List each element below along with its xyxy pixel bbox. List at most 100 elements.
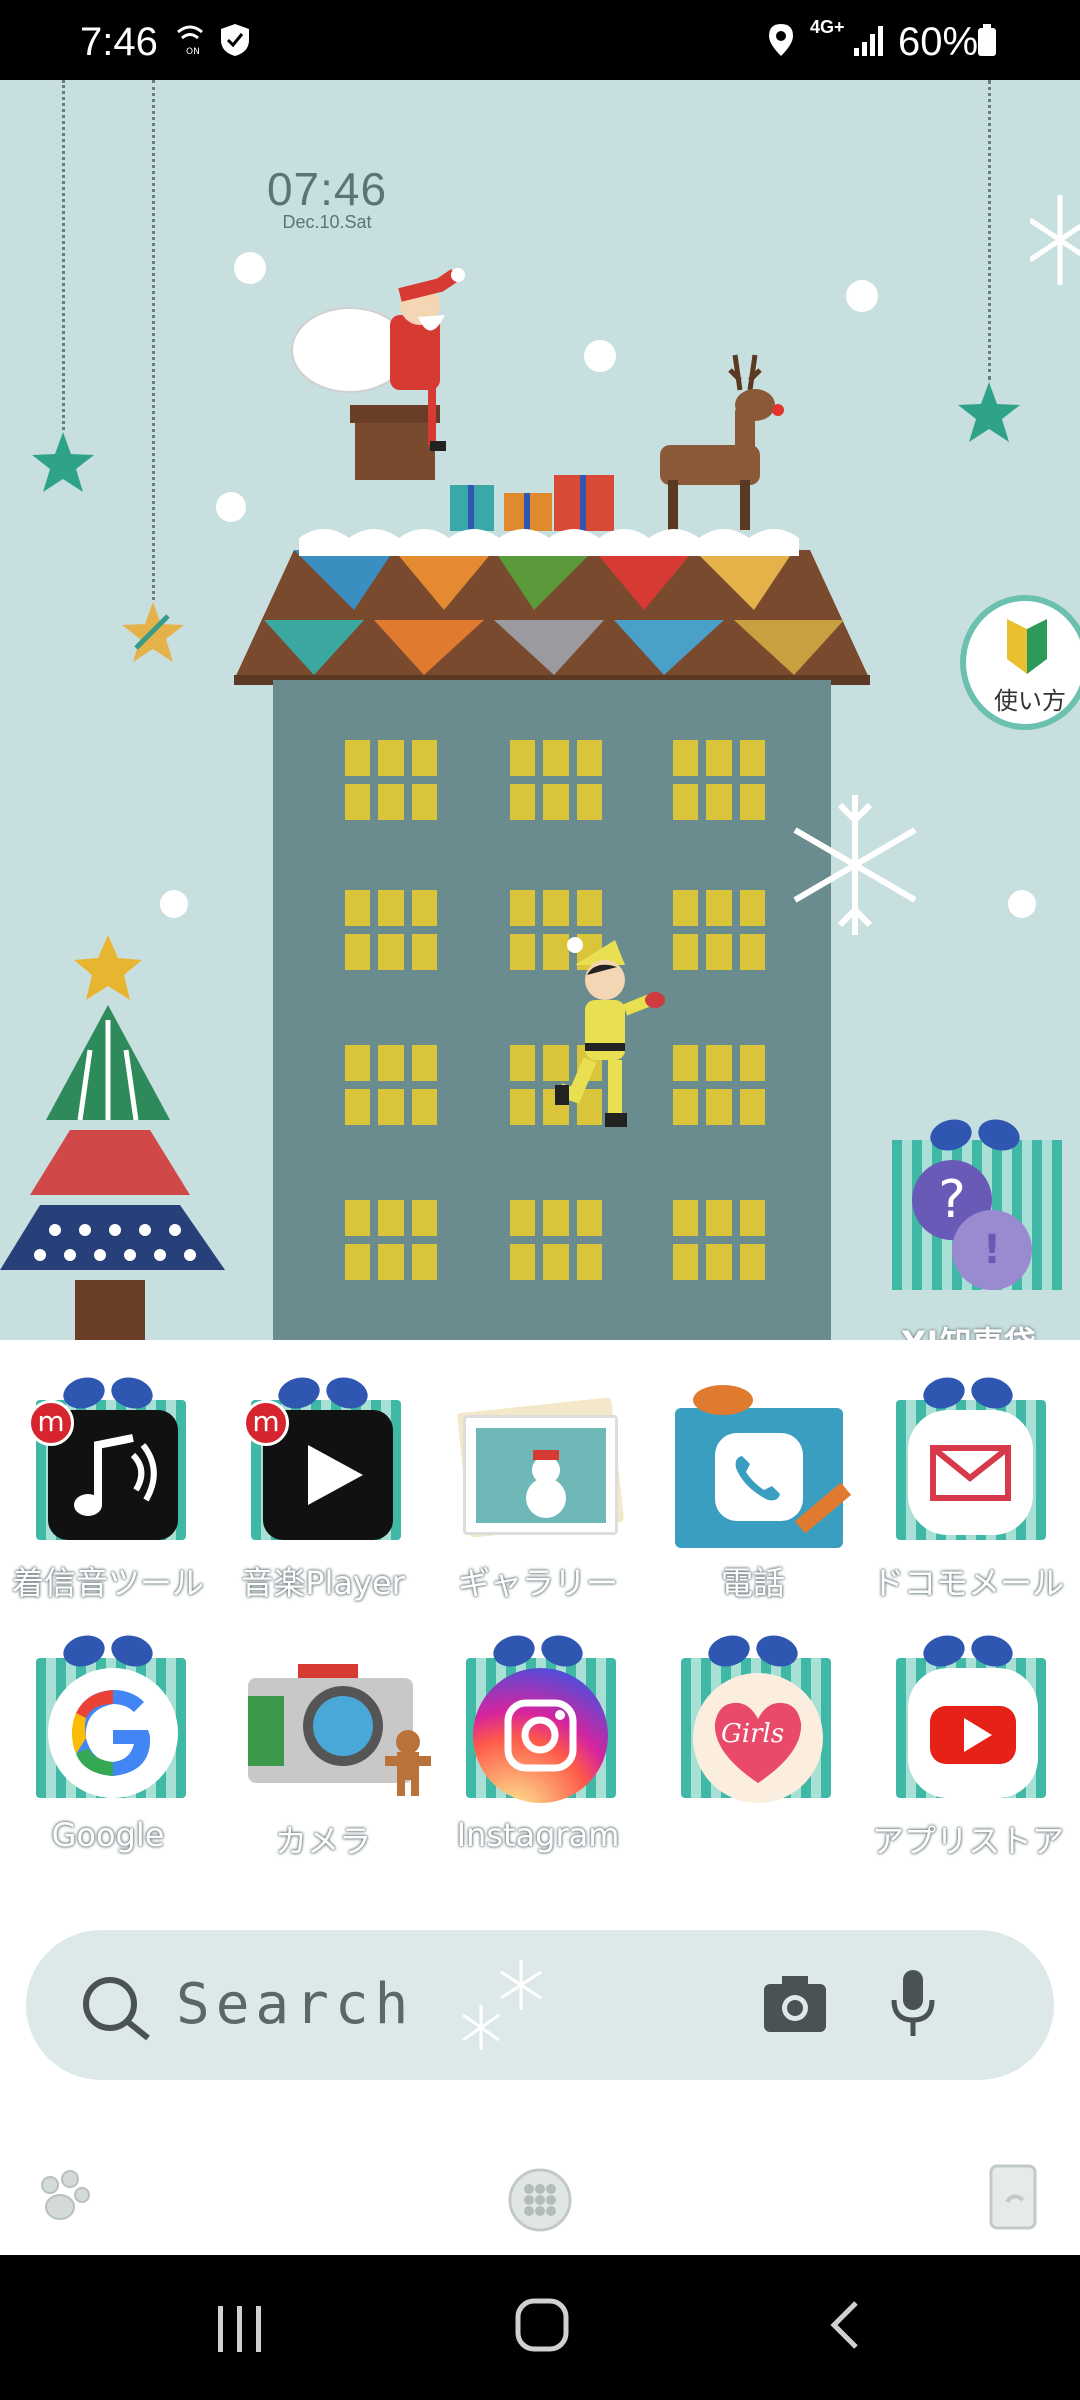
app-label: Instagram	[456, 1816, 620, 1854]
search-placeholder: Search	[176, 1972, 415, 2037]
hanging-string	[152, 80, 155, 600]
app-label: 音楽Player	[241, 1564, 405, 1602]
star-ornament-icon	[32, 432, 94, 492]
app-label: ドコモメール	[871, 1564, 1064, 1602]
snowflake-icon	[1030, 195, 1080, 285]
window	[510, 740, 602, 820]
star-ornament-icon	[958, 382, 1020, 442]
app-phone[interactable]: 電話	[648, 1370, 858, 1604]
camera-search-icon[interactable]	[760, 1972, 830, 2036]
home-icon[interactable]	[512, 2295, 572, 2355]
app-label: カメラ	[274, 1822, 371, 1860]
back-icon[interactable]	[820, 2295, 870, 2355]
theme-paw-icon[interactable]	[30, 2165, 94, 2229]
gingerbread-icon	[385, 1730, 431, 1796]
hanging-string	[988, 80, 991, 380]
app-label: Google	[51, 1816, 165, 1854]
navigation-bar	[0, 2255, 1080, 2400]
bow	[63, 1378, 153, 1412]
star-ornament-icon	[122, 602, 184, 662]
network-type: 4G+	[810, 17, 845, 37]
app-camera[interactable]: カメラ	[218, 1628, 431, 1862]
snow-dot	[160, 890, 188, 918]
signal-icon	[854, 26, 883, 56]
santa-illustration	[291, 268, 465, 480]
app-label: アプリストア	[871, 1822, 1064, 1860]
microphone-icon[interactable]	[888, 1968, 938, 2040]
app-instagram[interactable]: Instagram	[433, 1628, 643, 1854]
app-docomo-mail[interactable]: ドコモメール	[863, 1370, 1073, 1604]
gallery-icon	[463, 1415, 618, 1535]
app-label: 電話	[720, 1564, 785, 1602]
app-label: 着信音ツール	[11, 1564, 204, 1602]
battery-percent: 60%	[898, 20, 979, 64]
wifi-calling-icon: ON	[177, 25, 203, 57]
window	[673, 1045, 765, 1125]
hanging-string	[62, 80, 65, 430]
badge-m-icon: m	[243, 1400, 289, 1446]
window	[345, 1200, 437, 1280]
app-girls[interactable]: Girls	[648, 1628, 858, 1816]
roof-illustration	[234, 529, 870, 685]
snow-dot	[846, 280, 878, 312]
bow	[708, 1636, 798, 1670]
youtube-icon	[908, 1668, 1038, 1798]
snow-dot	[584, 340, 616, 372]
snow-dot	[216, 492, 246, 522]
window	[345, 890, 437, 970]
howto-widget[interactable]: 使い方	[960, 595, 1080, 730]
clock-widget[interactable]: 07:46 Dec.10.Sat	[252, 162, 402, 233]
bow	[923, 1378, 1013, 1412]
bow	[923, 1636, 1013, 1670]
svg-text:ON: ON	[186, 47, 200, 57]
app-music-player[interactable]: m 音楽Player	[218, 1370, 428, 1604]
search-icon	[83, 1977, 150, 2041]
mail-icon	[908, 1410, 1033, 1535]
building-illustration	[273, 680, 831, 1380]
badge-m-icon: m	[28, 1400, 74, 1446]
girls-badge-text: Girls	[721, 1719, 785, 1749]
snow-dot	[234, 252, 266, 284]
reindeer-illustration	[660, 354, 784, 530]
bow	[493, 1636, 583, 1670]
app-label: ギャラリー	[457, 1564, 618, 1602]
bow	[930, 1120, 1020, 1154]
app-app-store[interactable]: アプリストア	[863, 1628, 1073, 1862]
girls-icon: Girls	[693, 1673, 823, 1803]
snowflake-icon	[793, 795, 917, 935]
home-dock	[0, 2150, 1080, 2250]
shield-icon	[221, 24, 249, 56]
phone-theme-icon[interactable]	[985, 2162, 1045, 2234]
search-bar[interactable]: Search	[26, 1930, 1054, 2080]
bow	[63, 1636, 153, 1670]
bow	[278, 1378, 368, 1412]
beginner-mark-icon	[1007, 619, 1047, 674]
window	[673, 1200, 765, 1280]
recent-apps-icon[interactable]	[210, 2300, 270, 2356]
app-google[interactable]: Google	[3, 1628, 213, 1854]
window	[345, 1045, 437, 1125]
exclaim-bubble-icon: !	[952, 1210, 1032, 1290]
snowflake-icon	[462, 1960, 542, 2050]
snow-dot	[1008, 890, 1036, 918]
window	[673, 740, 765, 820]
instagram-icon	[473, 1668, 608, 1803]
status-time: 7:46	[80, 20, 158, 64]
window	[345, 740, 437, 820]
battery-icon	[978, 24, 996, 56]
clock-time: 07:46	[266, 163, 388, 215]
app-gallery[interactable]: ギャラリー	[433, 1370, 643, 1604]
character-illustration	[555, 937, 665, 1127]
location-icon	[769, 24, 793, 56]
bow	[693, 1385, 753, 1415]
app-ringtone-tool[interactable]: m 着信音ツール	[3, 1370, 213, 1604]
home-screen: 7:46 ON 4G+ 60% 07:46 Dec.10.Sat 使い方 ? !…	[0, 0, 1080, 2400]
app-drawer-icon[interactable]	[505, 2165, 575, 2235]
chiebukuro-widget[interactable]: ? ! Y!知恵袋	[880, 1110, 1080, 1370]
google-icon	[48, 1668, 178, 1798]
window	[673, 890, 765, 970]
howto-label: 使い方	[994, 687, 1066, 715]
christmas-tree-illustration	[0, 935, 225, 1360]
window	[510, 1200, 602, 1280]
phone-icon	[675, 1408, 843, 1548]
